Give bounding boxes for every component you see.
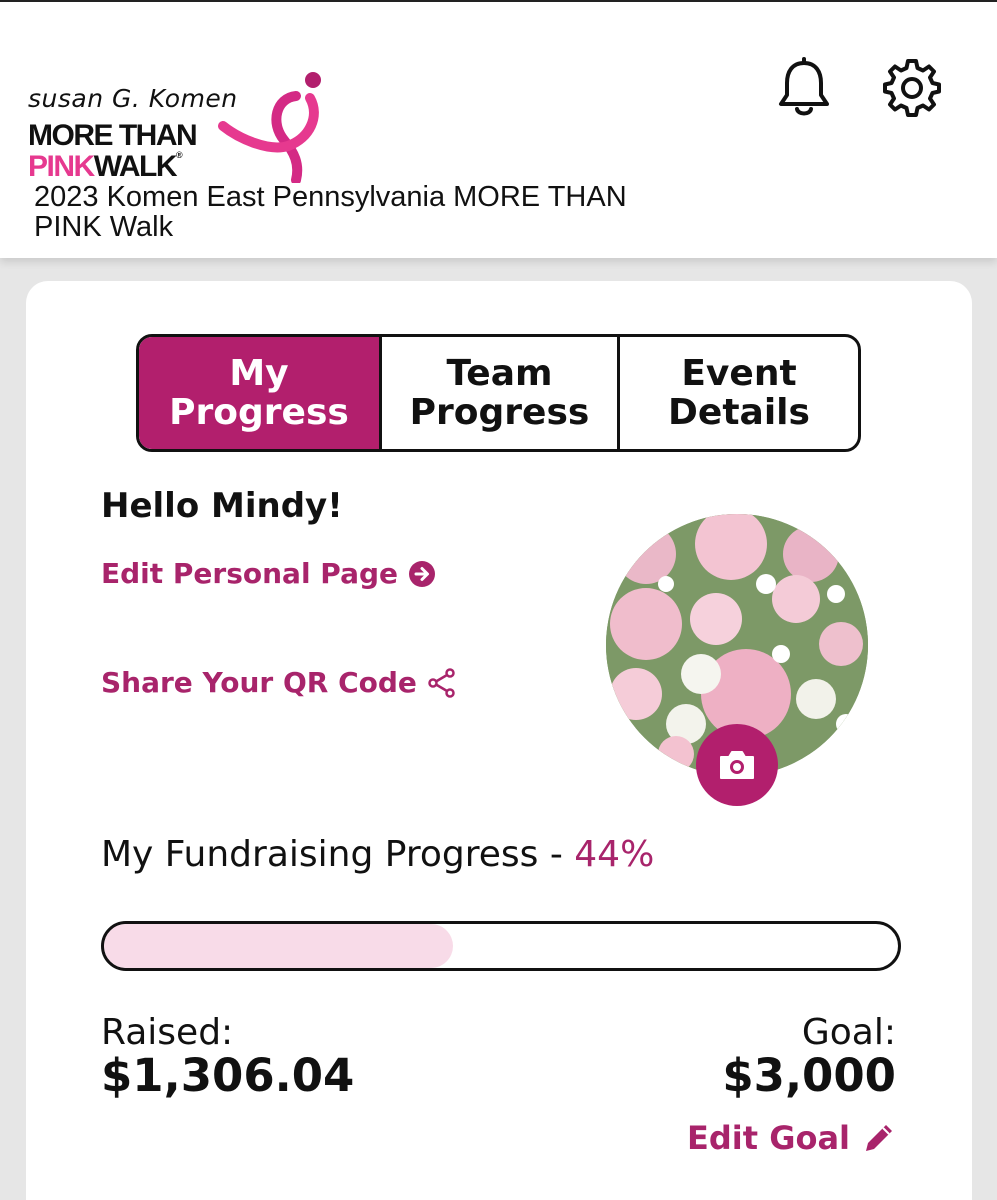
logo-line-2: PINKWALK® bbox=[28, 150, 183, 184]
progress-bar-fill bbox=[104, 924, 454, 968]
fundraising-progress-label: My Fundraising Progress - 44% bbox=[101, 834, 654, 875]
share-qr-code-label: Share Your QR Code bbox=[101, 666, 417, 699]
tab-event-details[interactable]: Event Details bbox=[620, 337, 858, 449]
tab-bar: My Progress Team Progress Event Details bbox=[136, 334, 861, 452]
event-title: 2023 Komen East Pennsylvania MORE THAN P… bbox=[34, 181, 627, 243]
gear-icon bbox=[883, 59, 941, 117]
pink-ribbon-icon bbox=[218, 72, 321, 183]
logo-org-name: susan G. Komen bbox=[28, 84, 238, 113]
tab-my-progress[interactable]: My Progress bbox=[139, 337, 382, 449]
fundraising-progress-bar bbox=[101, 921, 901, 971]
edit-personal-page-label: Edit Personal Page bbox=[101, 557, 398, 590]
logo-pink-word: PINK bbox=[28, 150, 95, 183]
logo-registered-mark: ® bbox=[176, 150, 183, 160]
progress-card: My Progress Team Progress Event Details … bbox=[26, 281, 972, 1200]
pencil-icon bbox=[866, 1125, 892, 1151]
edit-goal-label: Edit Goal bbox=[687, 1119, 850, 1157]
logo-line-1: MORE THAN bbox=[28, 119, 198, 152]
fundraising-progress-percent: 44% bbox=[574, 834, 655, 875]
edit-goal-link[interactable]: Edit Goal bbox=[687, 1119, 896, 1157]
raised-amount: $1,306.04 bbox=[101, 1049, 355, 1102]
share-qr-code-link[interactable]: Share Your QR Code bbox=[101, 666, 457, 699]
share-icon bbox=[428, 667, 455, 698]
komen-logo: susan G. Komen MORE THAN PINKWALK® bbox=[28, 68, 328, 188]
goal-amount: $3,000 bbox=[722, 1049, 896, 1102]
camera-icon bbox=[720, 751, 754, 779]
greeting: Hello Mindy! bbox=[101, 486, 343, 526]
notifications-button[interactable] bbox=[772, 56, 836, 120]
bell-icon bbox=[779, 57, 829, 116]
goal-label: Goal: bbox=[801, 1012, 896, 1053]
tab-team-progress[interactable]: Team Progress bbox=[382, 337, 620, 449]
fundraising-progress-text: My Fundraising Progress - bbox=[101, 834, 575, 875]
change-photo-button[interactable] bbox=[696, 724, 778, 806]
raised-label: Raised: bbox=[101, 1012, 234, 1053]
edit-personal-page-link[interactable]: Edit Personal Page bbox=[101, 557, 436, 590]
settings-button[interactable] bbox=[880, 56, 944, 120]
app-header: susan G. Komen MORE THAN PINKWALK® 2023 … bbox=[0, 0, 997, 258]
logo-walk-word: WALK bbox=[93, 150, 178, 183]
arrow-circle-right-icon bbox=[409, 560, 435, 587]
